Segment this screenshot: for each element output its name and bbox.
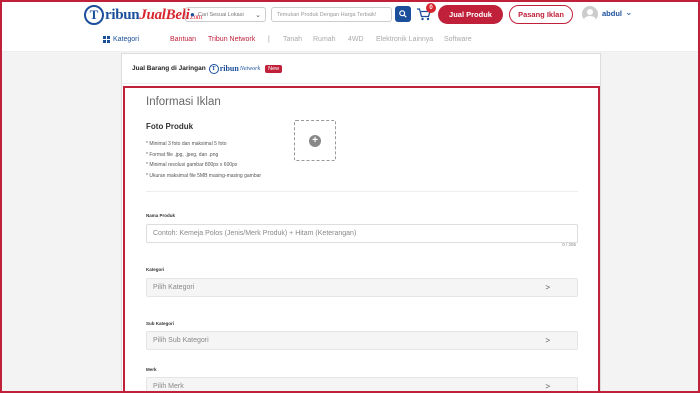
kategori-select[interactable]: Pilih Kategori > <box>146 278 578 297</box>
logo-brand-1: ribun <box>105 6 140 23</box>
plus-circle-icon: + <box>309 134 321 147</box>
nav-bantuan[interactable]: Bantuan <box>170 36 196 43</box>
chevron-right-icon: > <box>545 336 550 345</box>
photo-requirement: * Ukuran maksimal file 5MB masing-masing… <box>146 172 262 179</box>
search-button[interactable] <box>395 6 411 22</box>
merk-placeholder: Pilih Merk <box>153 383 184 390</box>
nav-category-software[interactable]: Software <box>444 36 472 43</box>
chevron-right-icon: > <box>545 283 550 292</box>
cart-count-badge: 0 <box>426 3 436 13</box>
sub-kategori-select[interactable]: Pilih Sub Kategori > <box>146 331 578 350</box>
search-icon <box>399 10 407 18</box>
logo-mark: T <box>84 5 104 25</box>
pasang-iklan-button[interactable]: Pasang Iklan <box>509 5 573 24</box>
cart-button[interactable]: 0 <box>416 3 436 24</box>
nav-category-4wd[interactable]: 4WD <box>348 36 364 43</box>
sub-kategori-label: Sub Kategori <box>146 321 175 326</box>
nav-category-elektronik[interactable]: Elektronik Lainnya <box>376 36 433 43</box>
nama-produk-counter: 0 / 255 <box>562 242 576 247</box>
nav-separator: | <box>268 35 270 43</box>
network-logo-mark: T <box>208 63 219 74</box>
photo-requirement: * Format file .jpg, .jpeg, dan .png <box>146 151 219 158</box>
photo-requirement: * Minimal resolusi gambar 800px x 600px <box>146 162 238 168</box>
photo-requirements: * Minimal 3 foto dan maksimal 5 foto * F… <box>146 139 261 181</box>
grid-icon <box>103 35 110 43</box>
search-input[interactable]: Temukan Produk Dengan Harga Terbaik! <box>271 7 392 22</box>
kategori-label: Kategori <box>146 267 165 272</box>
nama-produk-input[interactable]: Contoh: Kemeja Polos (Jenis/Merk Produk)… <box>146 224 578 243</box>
location-placeholder: Cari Sesuai Lokasi <box>197 11 244 18</box>
card-header: Jual Barang di Jaringan Tribun Network Ne… <box>122 54 600 84</box>
nama-produk-label: Nama Produk <box>146 213 176 218</box>
logo-brand-2: JualBeli <box>139 6 190 23</box>
informasi-iklan-form: Informasi Iklan Foto Produk * Minimal 3 … <box>123 86 600 393</box>
tribun-network-logo: Tribun Network <box>208 63 261 74</box>
user-name[interactable]: abdul <box>602 9 622 18</box>
card-title: Jual Barang di Jaringan <box>132 65 206 72</box>
divider <box>146 191 578 192</box>
sub-kategori-placeholder: Pilih Sub Kategori <box>153 337 209 344</box>
kategori-label: Kategori <box>113 35 140 43</box>
foto-produk-title: Foto Produk <box>146 122 194 131</box>
kategori-menu[interactable]: Kategori <box>103 35 140 43</box>
merk-select[interactable]: Pilih Merk > <box>146 377 578 393</box>
location-select[interactable]: ● Cari Sesuai Lokasi ⌄ <box>185 7 266 22</box>
form-title: Informasi Iklan <box>146 96 221 108</box>
location-pin-icon: ● <box>190 10 195 19</box>
kategori-placeholder: Pilih Kategori <box>153 284 195 291</box>
new-badge: New <box>265 64 283 73</box>
add-photo-button[interactable]: + <box>294 120 336 161</box>
chevron-right-icon: > <box>545 382 550 391</box>
merk-label: Merk <box>146 367 157 372</box>
jual-produk-button[interactable]: Jual Produk <box>438 5 503 24</box>
user-menu-chevron-icon[interactable]: ⌄ <box>625 7 633 18</box>
nav-category-rumah[interactable]: Rumah <box>313 36 336 43</box>
network-logo-suffix: Network <box>239 65 261 72</box>
chevron-down-icon: ⌄ <box>255 11 261 19</box>
avatar[interactable] <box>582 6 598 22</box>
nav-tribun-network[interactable]: Tribun Network <box>208 36 255 43</box>
nav-category-tanah[interactable]: Tanah <box>283 36 302 43</box>
header: T ribunJualBeli.com ● Cari Sesuai Lokasi… <box>0 0 700 52</box>
photo-requirement: * Minimal 3 foto dan maksimal 5 foto <box>146 141 227 147</box>
network-logo-brand: ribun <box>219 64 239 73</box>
category-nav: Kategori Bantuan Tribun Network | Tanah … <box>0 31 700 47</box>
